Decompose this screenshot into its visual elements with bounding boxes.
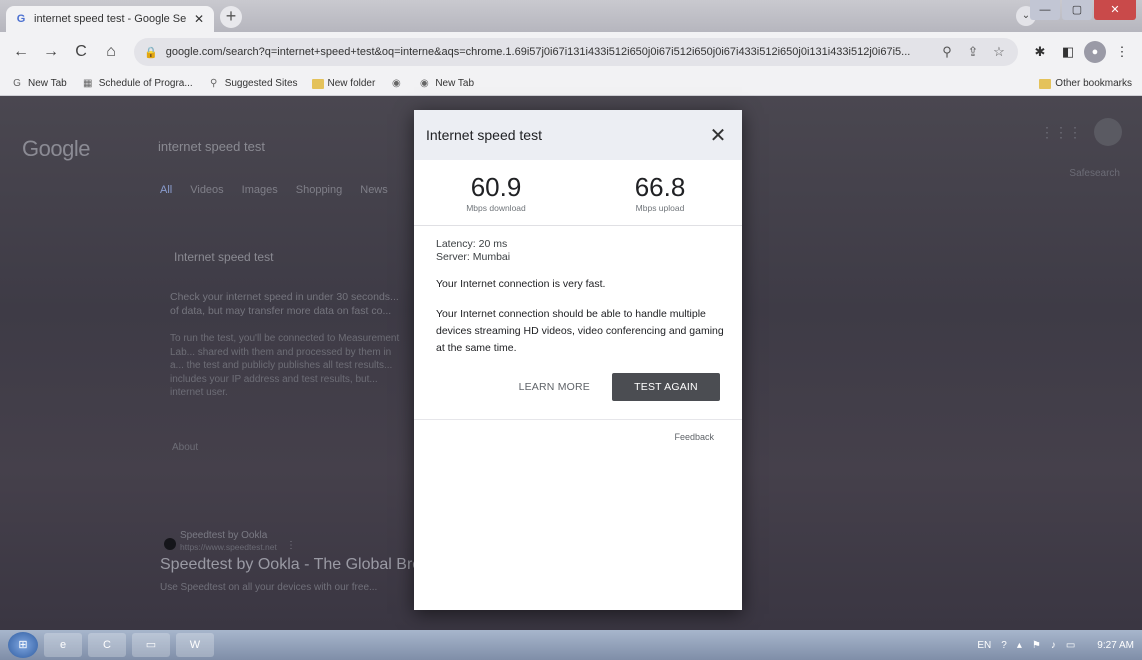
url-text: google.com/search?q=internet+speed+test&… [165,46,911,58]
lock-icon[interactable]: 🔒 [144,46,158,59]
snippet-text: Check your internet speed in under 30 se… [170,291,399,317]
calendar-icon: ▦ [83,78,93,89]
tab-videos[interactable]: Videos [190,184,223,196]
result-details: Latency: 20 ms Server: Mumbai Your Inter… [414,226,742,401]
search-input[interactable]: internet speed test [150,132,410,162]
location-icon[interactable]: ⚲ [938,44,956,60]
bookmark-star-icon[interactable]: ☆ [990,44,1008,60]
taskbar-app-word[interactable]: W [176,633,214,657]
folder-icon [1039,78,1052,89]
address-bar[interactable]: 🔒 google.com/search?q=internet+speed+tes… [134,38,1018,66]
safesearch-link[interactable]: Safesearch [1069,168,1120,179]
connection-description: Your Internet connection should be able … [436,308,724,354]
language-indicator[interactable]: EN [977,640,991,651]
window-close-button[interactable]: ✕ [1094,0,1136,20]
taskbar-app-ie[interactable]: e [44,633,82,657]
result-description: Use Speedtest on all your devices with o… [160,582,378,593]
bookmark-new-folder[interactable]: New folder [311,78,375,89]
google-favicon-icon: G [16,13,26,25]
result-site-name: Speedtest by Ookla [180,530,268,541]
dialog-actions: LEARN MORE TEST AGAIN [436,373,720,401]
clock[interactable]: 9:27 AM [1097,640,1134,651]
search-icon: ⚲ [210,78,218,89]
other-bookmarks[interactable]: Other bookmarks [1039,78,1132,89]
tab-title: internet speed test - Google Search [34,13,186,25]
ookla-favicon-icon [164,538,176,550]
result-more-icon[interactable]: ⋮ [286,540,296,551]
speed-test-dialog: Internet speed test ✕ 60.9 Mbps download… [414,110,742,610]
snippet-text-details: To run the test, you'll be connected to … [170,333,400,398]
dialog-header: Internet speed test ✕ [414,110,742,160]
test-again-button[interactable]: TEST AGAIN [612,373,720,401]
tray-overflow-icon[interactable]: ▴ [1017,640,1022,651]
search-tabs: All Videos Images Shopping News [160,184,388,196]
share-icon[interactable]: ⇪ [964,44,982,60]
browser-tab-active[interactable]: G internet speed test - Google Search ✕ [6,6,214,32]
speed-metrics: 60.9 Mbps download 66.8 Mbps upload [414,160,742,226]
browser-menu-icon[interactable]: ⋮ [1110,40,1134,64]
tab-close-icon[interactable]: ✕ [192,12,206,26]
download-label: Mbps download [466,202,526,213]
start-button[interactable]: ⊞ [8,632,38,658]
result-url: https://www.speedtest.net [180,542,277,552]
connection-summary: Your Internet connection is very fast. [436,278,606,290]
network-icon[interactable]: ▭ [1066,640,1075,651]
tab-shopping[interactable]: Shopping [296,184,343,196]
account-avatar[interactable] [1094,118,1122,146]
taskbar: ⊞ e C ▭ W EN ? ▴ ⚑ ♪ ▭ 9:27 AM [0,630,1142,660]
minimize-button[interactable]: — [1030,0,1060,20]
bookmark-new-tab-2[interactable]: ◉ New Tab [417,78,474,89]
bookmark-globe[interactable]: ◉ [389,78,403,89]
side-panel-icon[interactable]: ◧ [1056,40,1080,64]
globe-icon: ◉ [419,78,429,89]
flag-icon[interactable]: ⚑ [1032,640,1041,651]
google-logo[interactable]: Google [22,136,90,162]
upload-label: Mbps upload [635,202,685,213]
new-tab-button[interactable]: + [220,6,242,28]
taskbar-app-explorer[interactable]: ▭ [132,633,170,657]
bookmarks-bar: G New Tab ▦ Schedule of Progra... ⚲ Sugg… [0,72,1142,96]
system-tray: EN ? ▴ ⚑ ♪ ▭ 9:27 AM [977,640,1134,651]
close-icon[interactable]: ✕ [706,123,730,148]
bookmark-schedule[interactable]: ▦ Schedule of Progra... [81,78,193,89]
tab-images[interactable]: Images [242,184,278,196]
volume-icon[interactable]: ♪ [1051,640,1056,651]
bookmark-suggested-sites[interactable]: ⚲ Suggested Sites [207,78,298,89]
download-metric: 60.9 Mbps download [414,160,578,225]
about-link[interactable]: About [172,442,198,453]
feedback-link[interactable]: Feedback [414,420,742,442]
reload-button[interactable]: C [68,39,94,65]
server-text: Server: Mumbai [436,251,511,263]
tab-news[interactable]: News [360,184,388,196]
extensions-icon[interactable]: ✱ [1028,40,1052,64]
maximize-button[interactable]: ▢ [1062,0,1092,20]
upload-value: 66.8 [634,171,686,202]
snippet-title: Internet speed test [174,250,274,264]
google-icon: G [13,78,21,89]
latency-text: Latency: 20 ms [436,238,508,250]
globe-icon: ◉ [391,78,401,89]
profile-avatar[interactable]: ● [1084,41,1106,63]
home-button[interactable]: ⌂ [98,39,124,65]
window-controls: — ▢ ✕ [1030,0,1136,20]
dialog-title: Internet speed test [426,127,542,143]
upload-metric: 66.8 Mbps upload [578,160,742,225]
back-button[interactable]: ← [8,39,34,65]
browser-toolbar: ← → C ⌂ 🔒 google.com/search?q=internet+s… [0,32,1142,72]
help-icon[interactable]: ? [1001,640,1007,651]
tab-strip: G internet speed test - Google Search ✕ … [0,0,1142,32]
taskbar-app-chrome[interactable]: C [88,633,126,657]
learn-more-button[interactable]: LEARN MORE [519,381,590,393]
tab-all[interactable]: All [160,184,172,196]
folder-icon [311,78,324,89]
download-value: 60.9 [470,171,522,202]
bookmark-new-tab[interactable]: G New Tab [10,78,67,89]
forward-button[interactable]: → [38,39,64,65]
apps-grid-icon[interactable]: ⋮⋮⋮ [1040,124,1082,141]
